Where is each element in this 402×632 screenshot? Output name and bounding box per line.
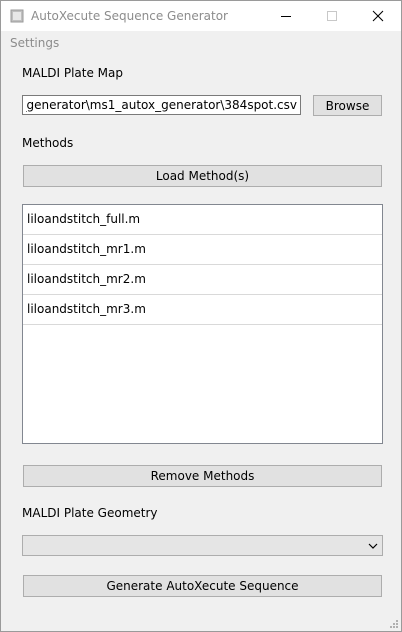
- minimize-icon: [281, 16, 291, 17]
- methods-label: Methods: [22, 136, 74, 150]
- browse-button[interactable]: Browse: [313, 95, 382, 116]
- main-window: AutoXecute Sequence Generator Settings M…: [0, 0, 402, 632]
- plate-geometry-label: MALDI Plate Geometry: [22, 506, 158, 520]
- title-bar[interactable]: AutoXecute Sequence Generator: [1, 1, 401, 31]
- generate-sequence-button[interactable]: Generate AutoXecute Sequence: [23, 575, 382, 597]
- close-button[interactable]: [355, 1, 401, 31]
- maximize-icon: [327, 11, 337, 21]
- menu-settings[interactable]: Settings: [10, 36, 59, 50]
- chevron-down-icon: [368, 543, 378, 549]
- list-item[interactable]: liloandstitch_mr3.m: [23, 295, 382, 325]
- remove-methods-button[interactable]: Remove Methods: [23, 465, 382, 487]
- close-icon: [372, 10, 384, 22]
- methods-list[interactable]: liloandstitch_full.m liloandstitch_mr1.m…: [22, 204, 383, 444]
- plate-map-path-input[interactable]: [22, 95, 301, 115]
- menu-bar: Settings: [1, 31, 401, 52]
- plate-geometry-select[interactable]: [22, 535, 383, 556]
- minimize-button[interactable]: [263, 1, 309, 31]
- list-item[interactable]: liloandstitch_full.m: [23, 205, 382, 235]
- resize-grip-icon[interactable]: [389, 619, 399, 629]
- maximize-button[interactable]: [309, 1, 355, 31]
- app-icon: [10, 9, 24, 23]
- list-item[interactable]: liloandstitch_mr1.m: [23, 235, 382, 265]
- list-item[interactable]: liloandstitch_mr2.m: [23, 265, 382, 295]
- load-methods-button[interactable]: Load Method(s): [23, 165, 382, 187]
- window-title: AutoXecute Sequence Generator: [31, 9, 228, 23]
- plate-map-label: MALDI Plate Map: [22, 66, 123, 80]
